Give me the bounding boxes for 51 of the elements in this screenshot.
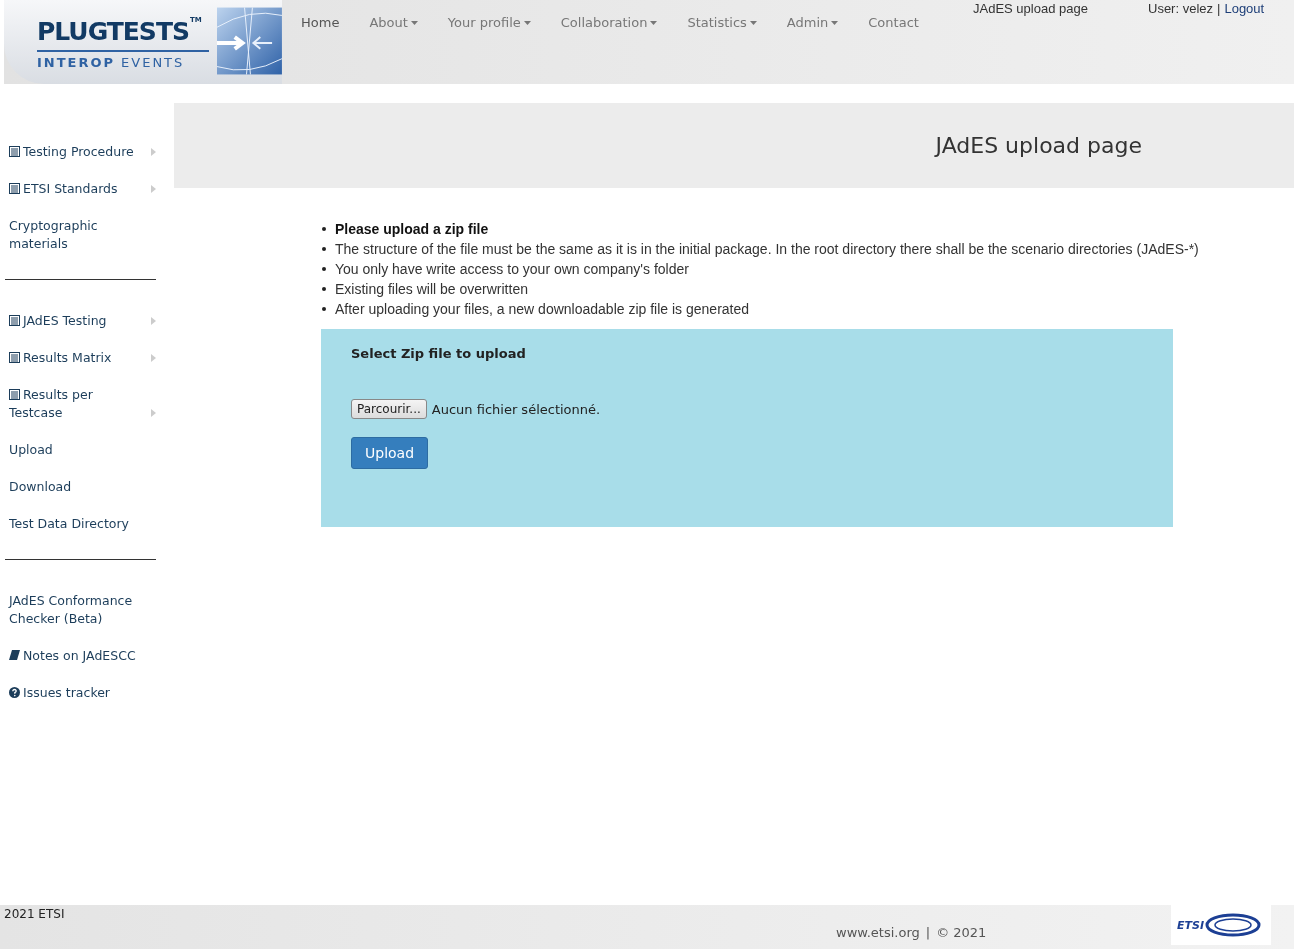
instruction-text: Existing files will be overwritten [335, 280, 528, 299]
separator: | [925, 925, 931, 940]
list-icon [9, 352, 20, 363]
list-icon [9, 315, 20, 326]
nav-link[interactable]: Collaboration [545, 15, 673, 30]
sidebar-item[interactable]: Testing Procedure [5, 143, 156, 161]
bullet-icon [322, 267, 326, 271]
separator: | [1217, 1, 1221, 16]
nav-link[interactable]: Home [286, 15, 355, 30]
sidebar-item[interactable]: Test Data Directory [5, 515, 156, 533]
sidebar-item[interactable]: Results per Testcase [5, 386, 156, 422]
sidebar-item[interactable]: Issues tracker [5, 684, 156, 702]
instruction-text: The structure of the file must be the same as it is in the initial package. In the root directory there shall be the scenario directories (JAdES-*) [335, 240, 1199, 259]
sidebar-item[interactable]: Upload [5, 441, 156, 459]
nav-link[interactable]: Statistics [672, 15, 772, 30]
list-icon [9, 146, 20, 157]
sidebar-item[interactable]: JAdES Testing [5, 312, 156, 330]
panel-title: Select Zip file to upload [351, 346, 527, 361]
sidebar-item[interactable]: ETSI Standards [5, 180, 156, 198]
copyright-text: © 2021 [936, 925, 987, 940]
nav-link[interactable]: Contact [853, 15, 934, 30]
page-title: JAdES upload page [935, 133, 1142, 158]
page-label: JAdES upload page [973, 1, 1088, 16]
list-icon [9, 183, 20, 194]
logout-link[interactable]: Logout [1224, 1, 1265, 16]
copyright-text: 2021 ETSI [4, 907, 65, 921]
bullet-icon [322, 247, 326, 251]
list-icon [9, 389, 20, 400]
sidebar-item[interactable]: JAdES Conformance Checker (Beta) [5, 592, 156, 628]
logo-graphic [217, 7, 282, 75]
help-icon [9, 687, 20, 698]
sidebar-item[interactable]: Results Matrix [5, 349, 156, 367]
bullet-icon [322, 307, 326, 311]
sidebar-item[interactable]: Download [5, 478, 156, 496]
etsi-logo[interactable]: ETSI [1171, 905, 1271, 945]
bullet-icon [322, 227, 326, 231]
bullet-icon [322, 287, 326, 291]
instruction-text: You only have write access to your own company's folder [335, 260, 689, 279]
book-icon [9, 650, 20, 661]
nav-link[interactable]: About [354, 15, 433, 30]
nav-link[interactable]: Admin [771, 15, 854, 30]
user-label: User: velez [1148, 1, 1214, 16]
sidebar-item[interactable]: Cryptographic materials [5, 217, 156, 253]
file-status: Aucun fichier sélectionné. [431, 401, 601, 417]
instruction-text: Please upload a zip file [335, 220, 489, 239]
website-link[interactable]: www.etsi.org [836, 925, 920, 940]
browse-button[interactable]: Parcourir... [351, 399, 427, 419]
nav-link[interactable]: Your profile [432, 15, 546, 30]
sidebar-item[interactable]: Notes on JAdESCC [5, 647, 156, 665]
upload-button[interactable]: Upload [351, 437, 429, 469]
instruction-text: After uploading your files, a new downloadable zip file is generated [335, 300, 750, 319]
